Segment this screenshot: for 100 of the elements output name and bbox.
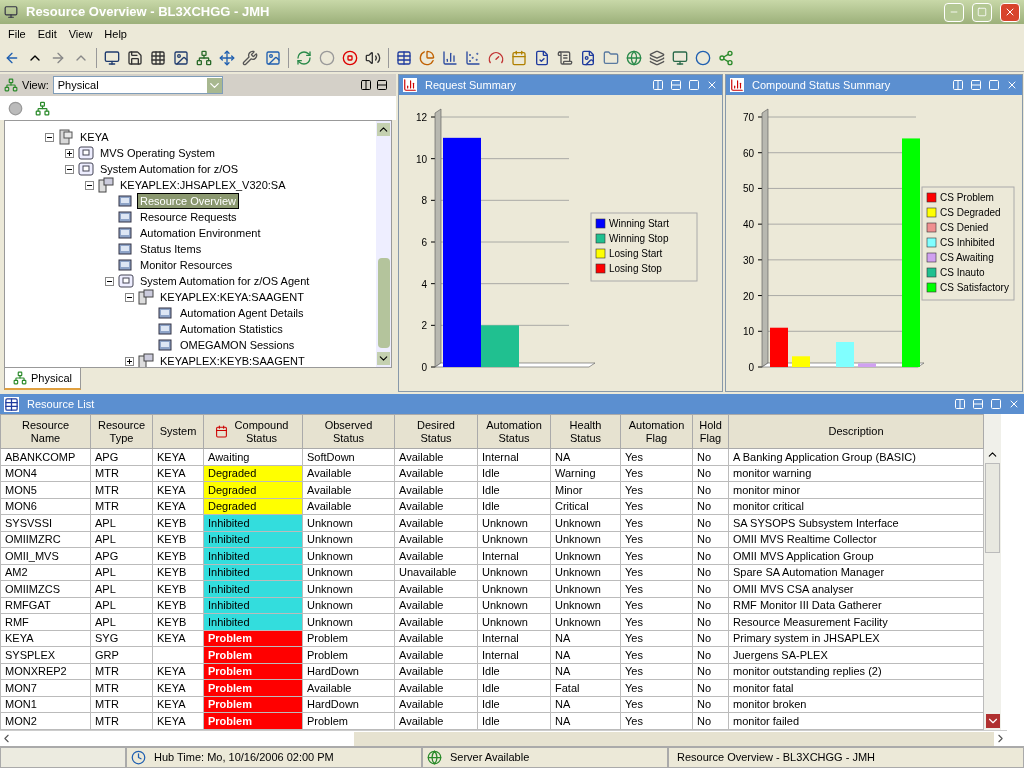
- move-icon[interactable]: [219, 49, 235, 66]
- document-icon[interactable]: [534, 49, 550, 66]
- file-image-icon[interactable]: [580, 49, 596, 66]
- table-cell: monitor broken: [728, 696, 984, 713]
- split-horizontal-icon[interactable]: [376, 79, 388, 91]
- panel-title: Request Summary: [425, 77, 518, 93]
- tree-item[interactable]: Automation Environment: [138, 226, 263, 240]
- scroll-up-icon[interactable]: [377, 123, 390, 136]
- wrench-icon[interactable]: [242, 49, 258, 66]
- column-header[interactable]: System: [152, 414, 204, 449]
- table-cell: Available: [394, 679, 478, 697]
- speaker-icon[interactable]: [365, 49, 381, 66]
- tree-item[interactable]: MVS Operating System: [98, 146, 217, 160]
- tree-item[interactable]: Status Items: [138, 242, 204, 256]
- close-button[interactable]: [1000, 2, 1020, 22]
- calendar-icon[interactable]: [511, 49, 527, 66]
- column-header[interactable]: Observed Status: [302, 414, 395, 449]
- refresh-icon[interactable]: [296, 49, 312, 66]
- expand-icon[interactable]: [125, 356, 134, 366]
- scroll-down-icon[interactable]: [377, 352, 390, 365]
- tab[interactable]: Physical: [4, 368, 81, 390]
- table-cell: No: [692, 465, 729, 482]
- window-icon: [118, 273, 134, 289]
- column-header[interactable]: Resource Type: [90, 414, 153, 449]
- tree-item[interactable]: OMEGAMON Sessions: [178, 338, 297, 352]
- menu-item[interactable]: View: [68, 25, 93, 43]
- column-header[interactable]: Health Status: [550, 414, 621, 449]
- collapse-icon[interactable]: [125, 292, 134, 302]
- collapse-icon[interactable]: [65, 164, 74, 174]
- tree-item[interactable]: KEYAPLEX:KEYA:SAAGENT: [158, 290, 306, 304]
- folder-icon[interactable]: [603, 49, 619, 66]
- tree-item[interactable]: KEYAPLEX:KEYB:SAAGENT: [158, 354, 307, 367]
- tree-item[interactable]: Automation Statistics: [178, 322, 285, 336]
- menu-item[interactable]: File: [8, 25, 26, 43]
- layers-icon[interactable]: [649, 49, 665, 66]
- table-cell: Yes: [620, 547, 693, 565]
- split-vertical-icon[interactable]: [360, 79, 372, 91]
- close-icon[interactable]: [1008, 398, 1020, 410]
- close-icon[interactable]: [1006, 79, 1018, 91]
- gauge-icon[interactable]: [488, 49, 504, 66]
- axis-tick-label: 8: [421, 195, 427, 207]
- grid-icon[interactable]: [150, 49, 166, 66]
- view-dropdown[interactable]: Physical: [52, 76, 223, 94]
- expand-icon[interactable]: [65, 148, 74, 158]
- table-cell: RMF Monitor III Data Gatherer: [728, 597, 984, 614]
- tree-item[interactable]: System Automation for z/OS Agent: [138, 274, 312, 288]
- scroll-icon[interactable]: [557, 49, 573, 66]
- vertical-scrollbar[interactable]: [984, 414, 1001, 730]
- column-header[interactable]: Resource Name: [0, 414, 91, 449]
- tree-item[interactable]: System Automation for z/OS: [98, 162, 241, 176]
- picture-icon[interactable]: [265, 49, 281, 66]
- collapse-icon[interactable]: [105, 276, 114, 286]
- horizontal-scrollbar[interactable]: [0, 730, 1007, 746]
- maximize-icon[interactable]: [988, 79, 1000, 91]
- pie-chart-icon[interactable]: [419, 49, 435, 66]
- table-cell: Yes: [620, 679, 693, 697]
- column-header[interactable]: Automation Status: [477, 414, 551, 449]
- maximize-icon[interactable]: [990, 398, 1002, 410]
- tree-item[interactable]: Monitor Resources: [138, 258, 235, 272]
- tree-item[interactable]: Automation Agent Details: [178, 306, 306, 320]
- tree-item[interactable]: KEYA: [78, 130, 111, 144]
- servers-icon: [138, 289, 154, 305]
- table-cell: No: [692, 547, 729, 565]
- column-header[interactable]: Hold Flag: [692, 414, 729, 449]
- menu-item[interactable]: Edit: [37, 25, 57, 43]
- table-icon[interactable]: [396, 49, 412, 66]
- column-header[interactable]: Automation Flag: [620, 414, 693, 449]
- maximize-icon[interactable]: [688, 79, 700, 91]
- share-icon[interactable]: [718, 49, 734, 66]
- disc-icon[interactable]: [695, 49, 711, 66]
- collapse-icon[interactable]: [85, 180, 94, 190]
- network-icon[interactable]: [196, 49, 212, 66]
- tree-item[interactable]: KEYAPLEX:JHSAPLEX_V320:SA: [118, 178, 288, 192]
- bar-chart-icon[interactable]: [442, 49, 458, 66]
- table-cell: Idle: [477, 465, 551, 482]
- column-header[interactable]: Desired Status: [394, 414, 478, 449]
- screen-icon[interactable]: [672, 49, 688, 66]
- save-icon[interactable]: [127, 49, 143, 66]
- circle-icon[interactable]: [8, 100, 23, 116]
- image-icon[interactable]: [173, 49, 189, 66]
- table-cell: Idle: [477, 481, 551, 499]
- scroll-down-icon[interactable]: [985, 714, 1000, 728]
- vertical-scrollbar[interactable]: [376, 121, 391, 367]
- legend-label: CS Denied: [940, 222, 989, 233]
- column-header[interactable]: Description: [728, 414, 984, 449]
- scatter-chart-icon[interactable]: [465, 49, 481, 66]
- table-cell: Critical: [550, 498, 621, 515]
- bar-chart-icon: [403, 78, 417, 92]
- sort-icon[interactable]: [214, 425, 228, 438]
- monitor-icon: [158, 337, 174, 353]
- collapse-icon[interactable]: [45, 132, 54, 142]
- axis-tick-label: 40: [742, 219, 754, 231]
- tree-item[interactable]: Resource Requests: [138, 210, 239, 224]
- stop-icon[interactable]: [342, 49, 358, 66]
- tree-edit-icon[interactable]: [35, 100, 50, 116]
- monitor-icon[interactable]: [104, 49, 120, 66]
- menu-item[interactable]: Help: [104, 25, 127, 43]
- table-cell: No: [692, 498, 729, 515]
- globe-icon[interactable]: [626, 49, 642, 66]
- close-icon[interactable]: [706, 79, 718, 91]
